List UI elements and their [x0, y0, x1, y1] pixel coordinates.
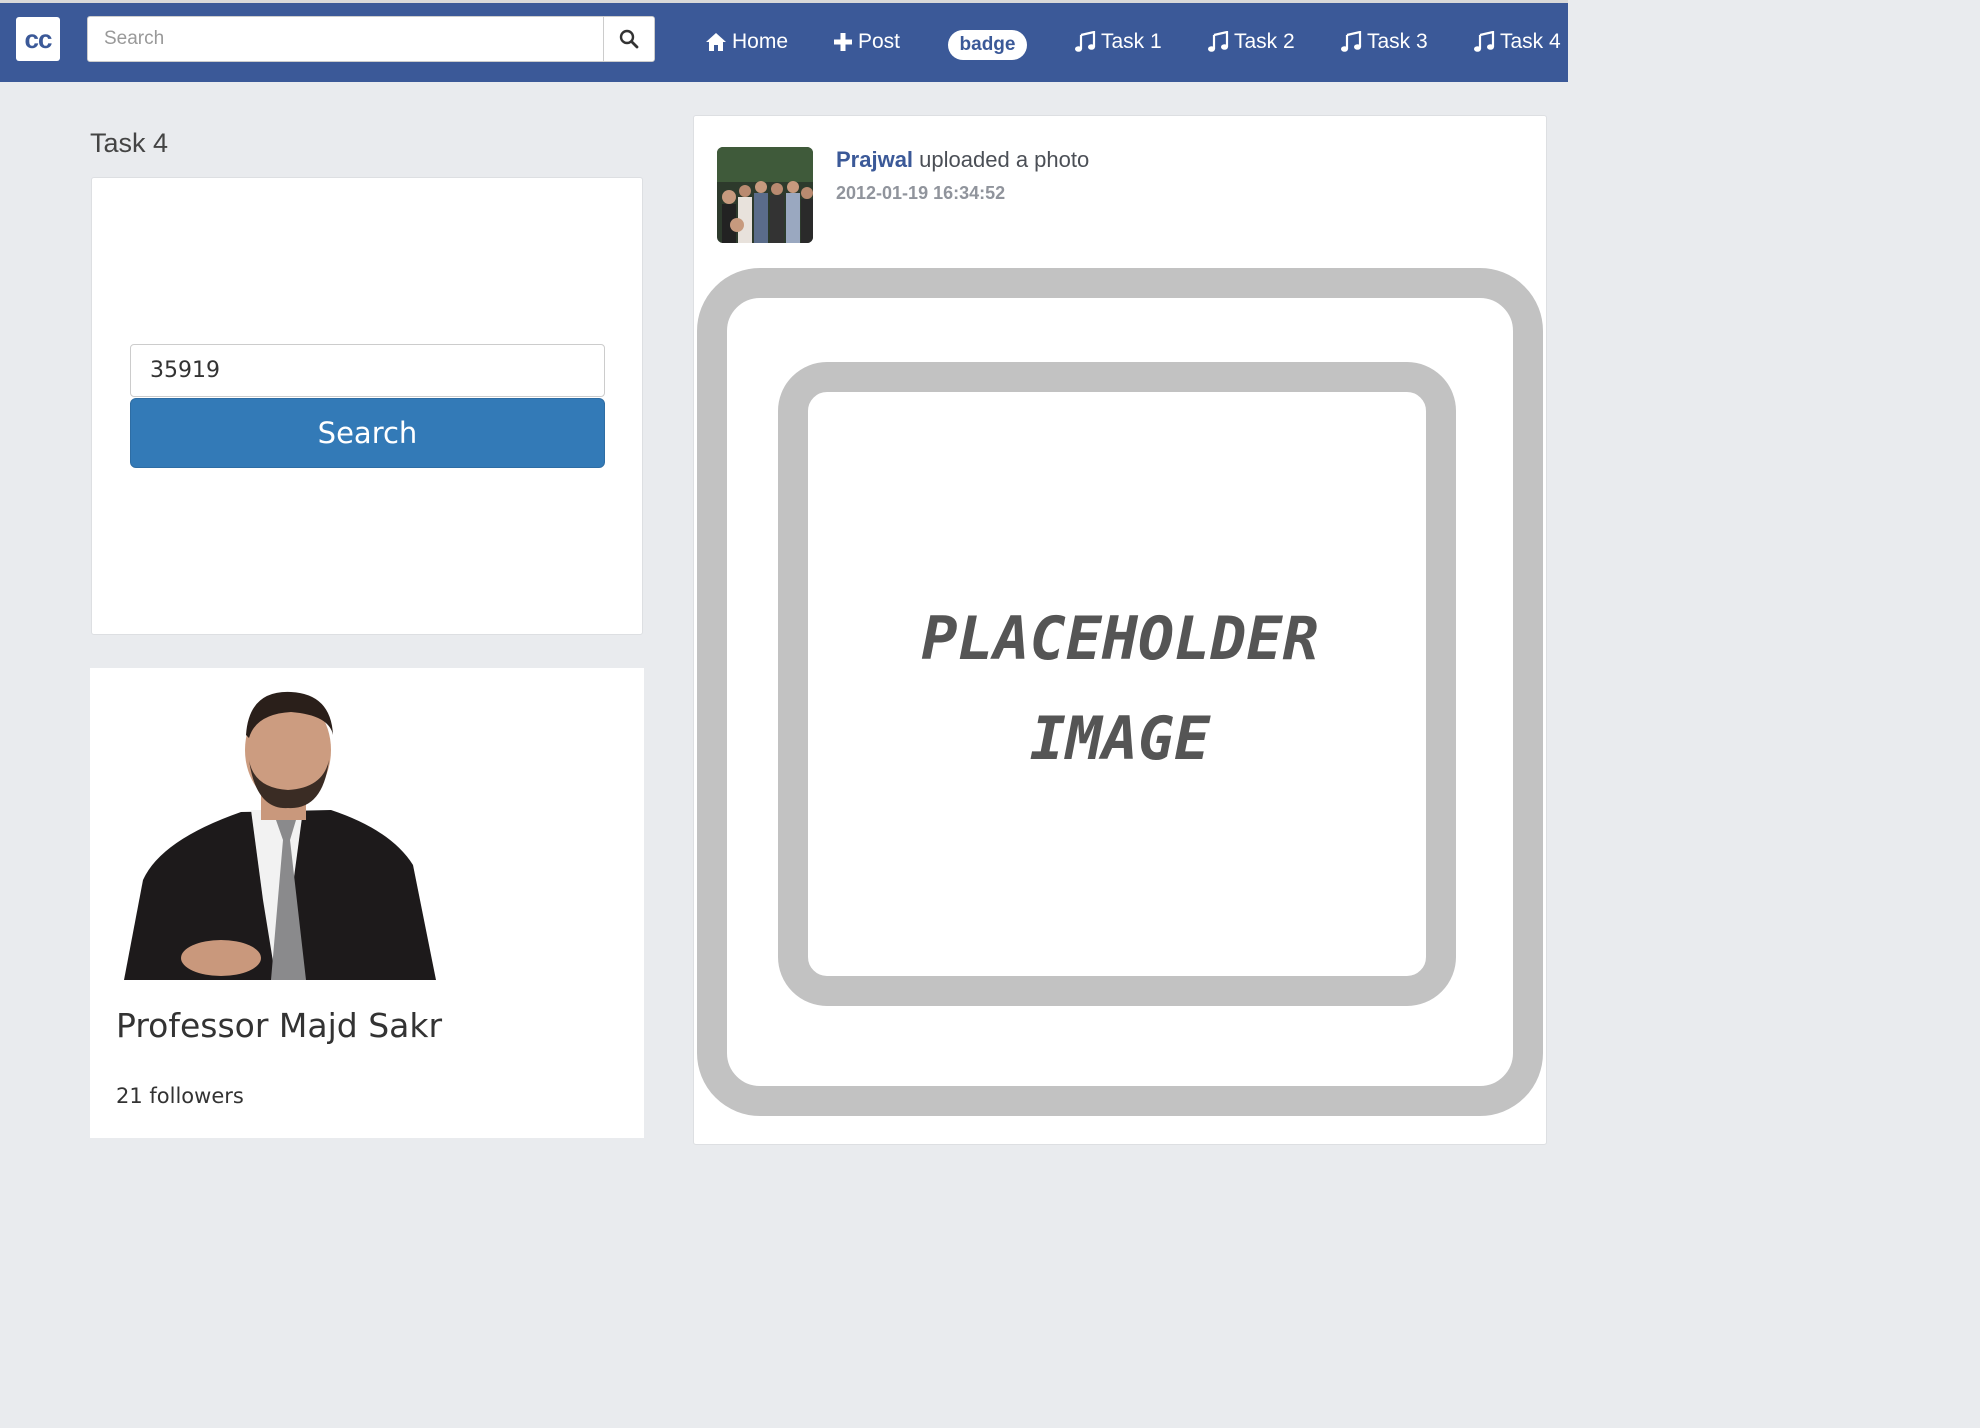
nav-task-3-label: Task 3 [1367, 30, 1428, 53]
nav-task-1-label: Task 1 [1101, 30, 1162, 53]
nav-post-label: Post [858, 30, 901, 53]
nav-task-4[interactable]: Task 4 [1473, 25, 1561, 59]
page-title: Task 4 [90, 128, 169, 158]
nav-search-input[interactable] [88, 17, 604, 61]
search-button[interactable]: Search [130, 398, 605, 468]
user-id-input[interactable] [130, 344, 605, 397]
nav-task-2[interactable]: Task 2 [1207, 25, 1295, 59]
plus-icon [834, 33, 852, 51]
music-note-icon [1474, 31, 1495, 52]
nav-post[interactable]: Post [833, 25, 900, 59]
logo-text: cc [24, 23, 53, 54]
nav-badge[interactable]: badge [948, 30, 1027, 60]
post-headline: Prajwal uploaded a photo [836, 147, 1089, 173]
music-note-icon [1075, 31, 1096, 52]
nav-task-2-label: Task 2 [1234, 30, 1295, 53]
profile-followers: 21 followers [116, 1084, 244, 1108]
music-note-icon [1208, 31, 1229, 52]
placeholder-line-1: PLACEHOLDER [921, 604, 1318, 674]
nav-home-label: Home [732, 30, 789, 53]
nav-task-1[interactable]: Task 1 [1074, 25, 1162, 59]
nav-home[interactable]: Home [705, 25, 788, 59]
search-icon [619, 29, 639, 49]
top-navbar: cc Home Post badge Task 1 Task 2 Task 3 … [0, 3, 1568, 82]
home-icon [706, 33, 726, 51]
post-user-link[interactable]: Prajwal [836, 147, 913, 172]
profile-photo [91, 680, 561, 980]
nav-search-box [87, 16, 655, 62]
post-action-text: uploaded a photo [919, 147, 1090, 172]
profile-name: Professor Majd Sakr [116, 1006, 443, 1045]
post-photo-placeholder[interactable]: PLACEHOLDER IMAGE [697, 266, 1543, 1118]
site-logo[interactable]: cc [16, 17, 60, 61]
music-note-icon [1341, 31, 1362, 52]
post-avatar[interactable] [717, 147, 813, 243]
placeholder-line-2: IMAGE [1030, 704, 1211, 774]
nav-task-4-label: Task 4 [1500, 30, 1561, 53]
nav-task-3[interactable]: Task 3 [1340, 25, 1428, 59]
post-timestamp: 2012-01-19 16:34:52 [836, 183, 1006, 203]
nav-search-button[interactable] [603, 17, 654, 61]
